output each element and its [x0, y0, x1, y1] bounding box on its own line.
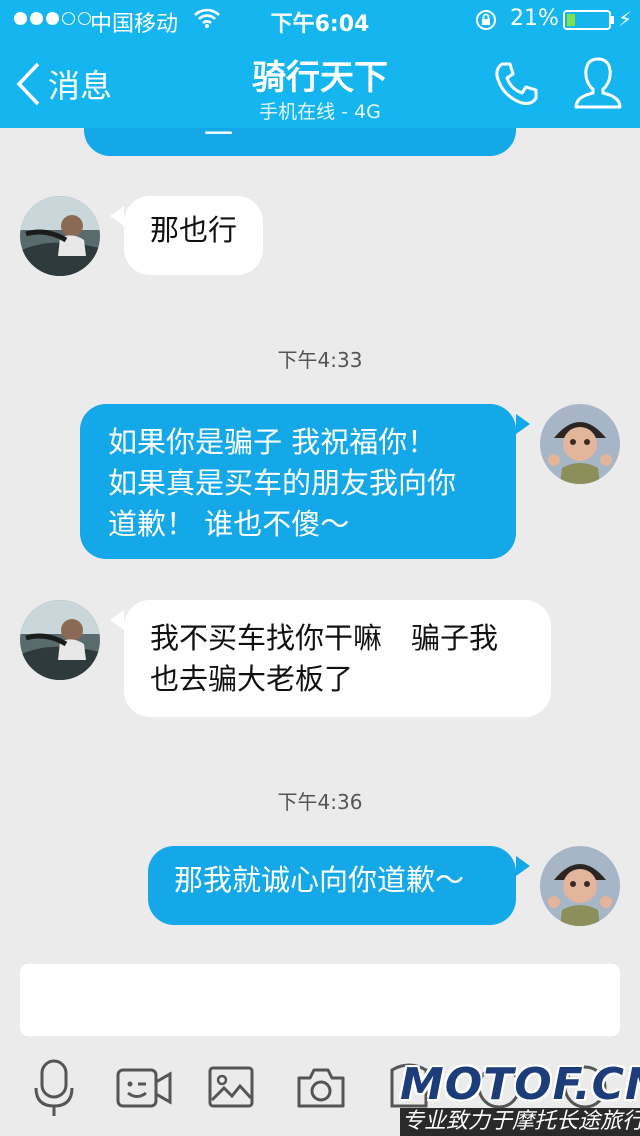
message-text-line: 也去骗大老板了 [150, 662, 354, 696]
rotation-lock-icon [476, 10, 496, 30]
charging-icon: ⚡ [618, 7, 633, 31]
camera-icon[interactable] [296, 1066, 346, 1108]
message-bubble-outgoing[interactable]: 那我就诚心向你道歉～ [148, 846, 516, 925]
profile-icon[interactable] [572, 55, 624, 111]
message-text: 那也行 [150, 213, 238, 247]
online-status: 手机在线 - 4G [259, 101, 381, 123]
message-text-line: 如果你是骗子 我祝福你！ [108, 425, 437, 459]
bubble-tail [516, 856, 530, 876]
nav-header: 中国移动 下午6:04 21% ⚡ 消息 骑行天下 手机在线 - 4G [0, 0, 640, 128]
phone-icon[interactable] [492, 60, 540, 108]
message-input[interactable] [20, 964, 620, 1036]
bubble-tail [516, 414, 530, 434]
contact-avatar[interactable] [20, 600, 100, 680]
message-bubble-outgoing-truncated[interactable]: 一 [84, 128, 516, 156]
status-bar: 中国移动 下午6:04 21% ⚡ [0, 0, 640, 40]
battery-icon [563, 10, 611, 30]
message-text-line: 如果真是买车的朋友我向你 [108, 466, 457, 500]
watermark: MOTOF.CN 专业致力于摩托长途旅行 [400, 1062, 640, 1136]
message-text-line: 道歉！ 谁也不傻～ [108, 507, 350, 541]
battery-tip [611, 16, 614, 24]
message-bubble-incoming[interactable]: 那也行 [124, 196, 264, 275]
message-timestamp: 下午4:36 [277, 790, 363, 814]
my-avatar[interactable] [540, 846, 620, 926]
battery-percent: 21% [510, 6, 559, 31]
microphone-icon[interactable] [32, 1058, 76, 1118]
message-bubble-outgoing[interactable]: 如果你是骗子 我祝福你！ 如果真是买车的朋友我向你 道歉！ 谁也不傻～ [80, 404, 516, 559]
watermark-logo: MOTOF.CN [400, 1059, 640, 1110]
message-text: 一 [204, 128, 234, 151]
video-icon[interactable] [116, 1066, 172, 1110]
message-text: 那我就诚心向你道歉～ [174, 863, 465, 897]
image-icon[interactable] [208, 1066, 254, 1108]
page-title: 骑行天下 [252, 58, 388, 98]
message-timestamp: 下午4:33 [277, 348, 363, 372]
message-bubble-incoming[interactable]: 我不买车找你干嘛 骗子我 也去骗大老板了 [124, 600, 551, 717]
contact-avatar[interactable] [20, 196, 100, 276]
bubble-tail [110, 610, 124, 630]
message-text-line: 我不买车找你干嘛 骗子我 [150, 621, 499, 655]
watermark-tagline: 专业致力于摩托长途旅行 [400, 1108, 640, 1136]
chat-area[interactable]: 一 那也行 下午4:33 如果你是骗子 我祝福你！ 如果真是买车的朋友我向你 道… [0, 128, 640, 950]
bubble-tail [110, 206, 124, 226]
my-avatar[interactable] [540, 404, 620, 484]
